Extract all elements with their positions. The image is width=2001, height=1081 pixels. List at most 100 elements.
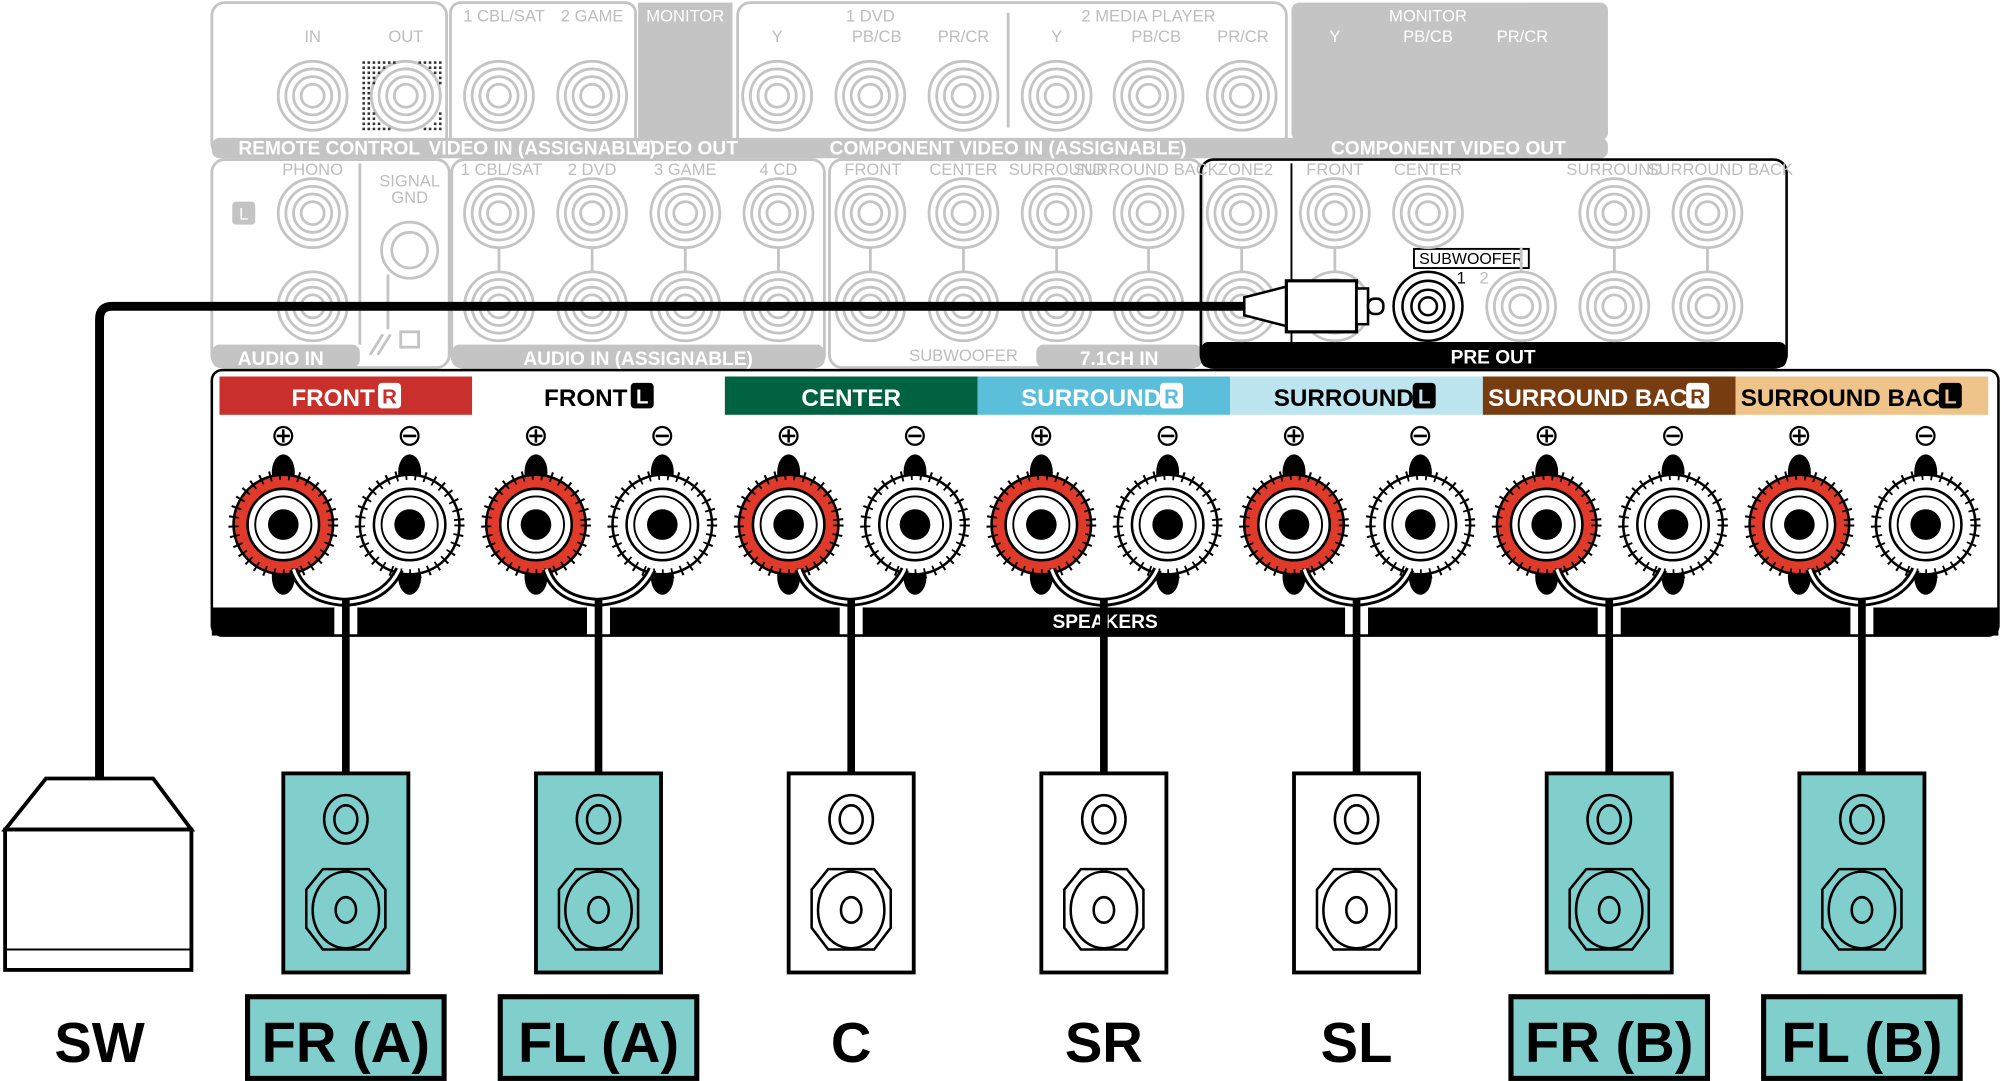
rca-jack[interactable] [742,177,815,250]
audio-in-assignable-section [450,158,826,369]
panel-label: 2 [1480,268,1489,287]
rca-jack[interactable] [276,59,349,132]
speaker-label: C [831,1011,872,1074]
panel-label: Y [1329,27,1340,46]
rear-panel-inputs: L PRE OUT SUBWOOFER 1 IN OUT 1 CBL/SAT 2 GA… [210,1,1793,370]
panel-label: MONITOR [1389,7,1467,26]
rca-jack[interactable] [1671,177,1744,250]
panel-label: PB/CB [1131,27,1181,46]
speaker-cable [1352,599,1361,774]
panel-label: 2 DVD [568,160,617,179]
panel-label: FRONT [1306,160,1363,179]
speaker-cable [1858,599,1866,774]
speaker-cable [342,599,350,774]
speaker-cable [1100,599,1108,774]
section-label: COMPONENT VIDEO OUT [1331,138,1566,159]
panel-label: 1 CBL/SAT [461,160,543,179]
rca-jack[interactable] [463,59,535,132]
plus-symbol: ⊕ [270,418,296,452]
subwoofer-port-1-label: 1 [1457,268,1466,287]
rca-jack[interactable] [741,59,814,132]
plus-symbol: ⊕ [1534,418,1560,452]
channel-name: SURROUND BACK [1488,385,1705,412]
section-label: AUDIO IN [238,349,324,370]
speaker-sl: SL [1292,599,1421,1074]
channel-name: CENTER [801,385,901,412]
panel-label: PB/CB [852,27,902,46]
panel-label: 1 DVD [846,7,895,26]
rca-jack[interactable] [927,59,1000,132]
section-label: VIDEO OUT [633,138,739,159]
speaker-fr-b: FR (B) [1508,599,1711,1081]
minus-symbol: ⊖ [1155,418,1181,452]
speaker-fl-b: FL (B) [1761,599,1963,1081]
panel-label: PB/CB [1403,27,1453,46]
panel-label: OUT [388,27,423,46]
rca-plug-icon [1242,284,1291,329]
panel-label: SURROUND BACK [1647,160,1793,179]
rca-jack[interactable] [1485,270,1558,343]
pre-out-label: PRE OUT [1451,348,1536,369]
subwoofer-icon: SW [1,776,196,1074]
section-label: REMOTE CONTROL [238,138,420,159]
rca-jack[interactable] [1020,59,1093,132]
subwoofer-pre-out-jack[interactable] [1392,270,1464,343]
rca-jack[interactable] [463,177,535,250]
panel-label: IN [304,27,321,46]
minus-symbol: ⊖ [397,418,423,452]
minus-symbol: ⊖ [1913,418,1939,452]
channel-name: FRONT [544,385,628,412]
rca-jack[interactable] [1578,270,1651,343]
speaker-label: FL (B) [1781,1011,1942,1074]
rca-jack[interactable] [1298,177,1371,250]
rca-jack[interactable] [1112,59,1185,132]
rca-jack[interactable] [556,177,628,250]
speaker-label: FR (B) [1525,1011,1693,1074]
rca-jack[interactable] [834,59,907,132]
rca-jack[interactable] [369,59,442,132]
rca-jack[interactable] [649,177,722,250]
panel-label: MONITOR [646,7,724,26]
rca-jack[interactable] [1205,177,1278,250]
section-label: AUDIO IN (ASSIGNABLE) [523,349,753,370]
speaker-terminal-panel: SPEAKERS FRONTR⊕⊖FRONTL⊕⊖CENTER⊕⊖SURROUN… [210,368,2000,637]
signal-gnd-icon [368,220,440,356]
channel-badge-text: L [636,386,648,408]
speaker-label: SL [1321,1011,1393,1074]
rca-jack[interactable] [1392,177,1464,250]
channel-name: SURROUND [1021,385,1161,412]
rca-jack[interactable] [556,59,628,132]
panel-label: FRONT [844,160,901,179]
rca-jack[interactable] [1112,177,1185,250]
plus-symbol: ⊕ [1787,418,1813,452]
rca-jack[interactable] [1671,270,1744,343]
remote-control-section [210,1,449,158]
speaker-cable [1605,599,1614,774]
section-label: COMPONENT VIDEO IN (ASSIGNABLE) [830,138,1187,159]
panel-label: Y [772,27,783,46]
rca-jack[interactable] [927,177,1000,250]
rca-jack[interactable] [276,177,349,250]
rca-jack[interactable] [834,177,907,250]
channel-badge-text: R [1690,386,1705,408]
speaker-fr-a: FR (A) [245,599,447,1081]
minus-symbol: ⊖ [1408,418,1434,452]
l-badge-text: L [239,205,248,224]
speaker-sr: SR [1039,599,1169,1074]
rca-jack[interactable] [1578,177,1651,250]
panel-label: PR/CR [938,27,990,46]
channel-badge-text: L [1944,386,1956,408]
subwoofer-label: SW [54,1011,144,1074]
panel-label: CENTER [1394,160,1462,179]
rca-jack[interactable] [1205,59,1278,132]
panel-label: PHONO [282,160,343,179]
plus-symbol: ⊕ [776,418,802,452]
panel-label: CENTER [929,160,997,179]
plus-symbol: ⊕ [1281,418,1307,452]
channel-badge-text: L [1418,386,1430,408]
speaker-c: C [786,599,916,1074]
rca-jack[interactable] [1020,177,1093,250]
plus-symbol: ⊕ [1029,418,1055,452]
panel-label: SURROUND BACK [1073,160,1219,179]
speaker-label: FR (A) [262,1011,430,1074]
